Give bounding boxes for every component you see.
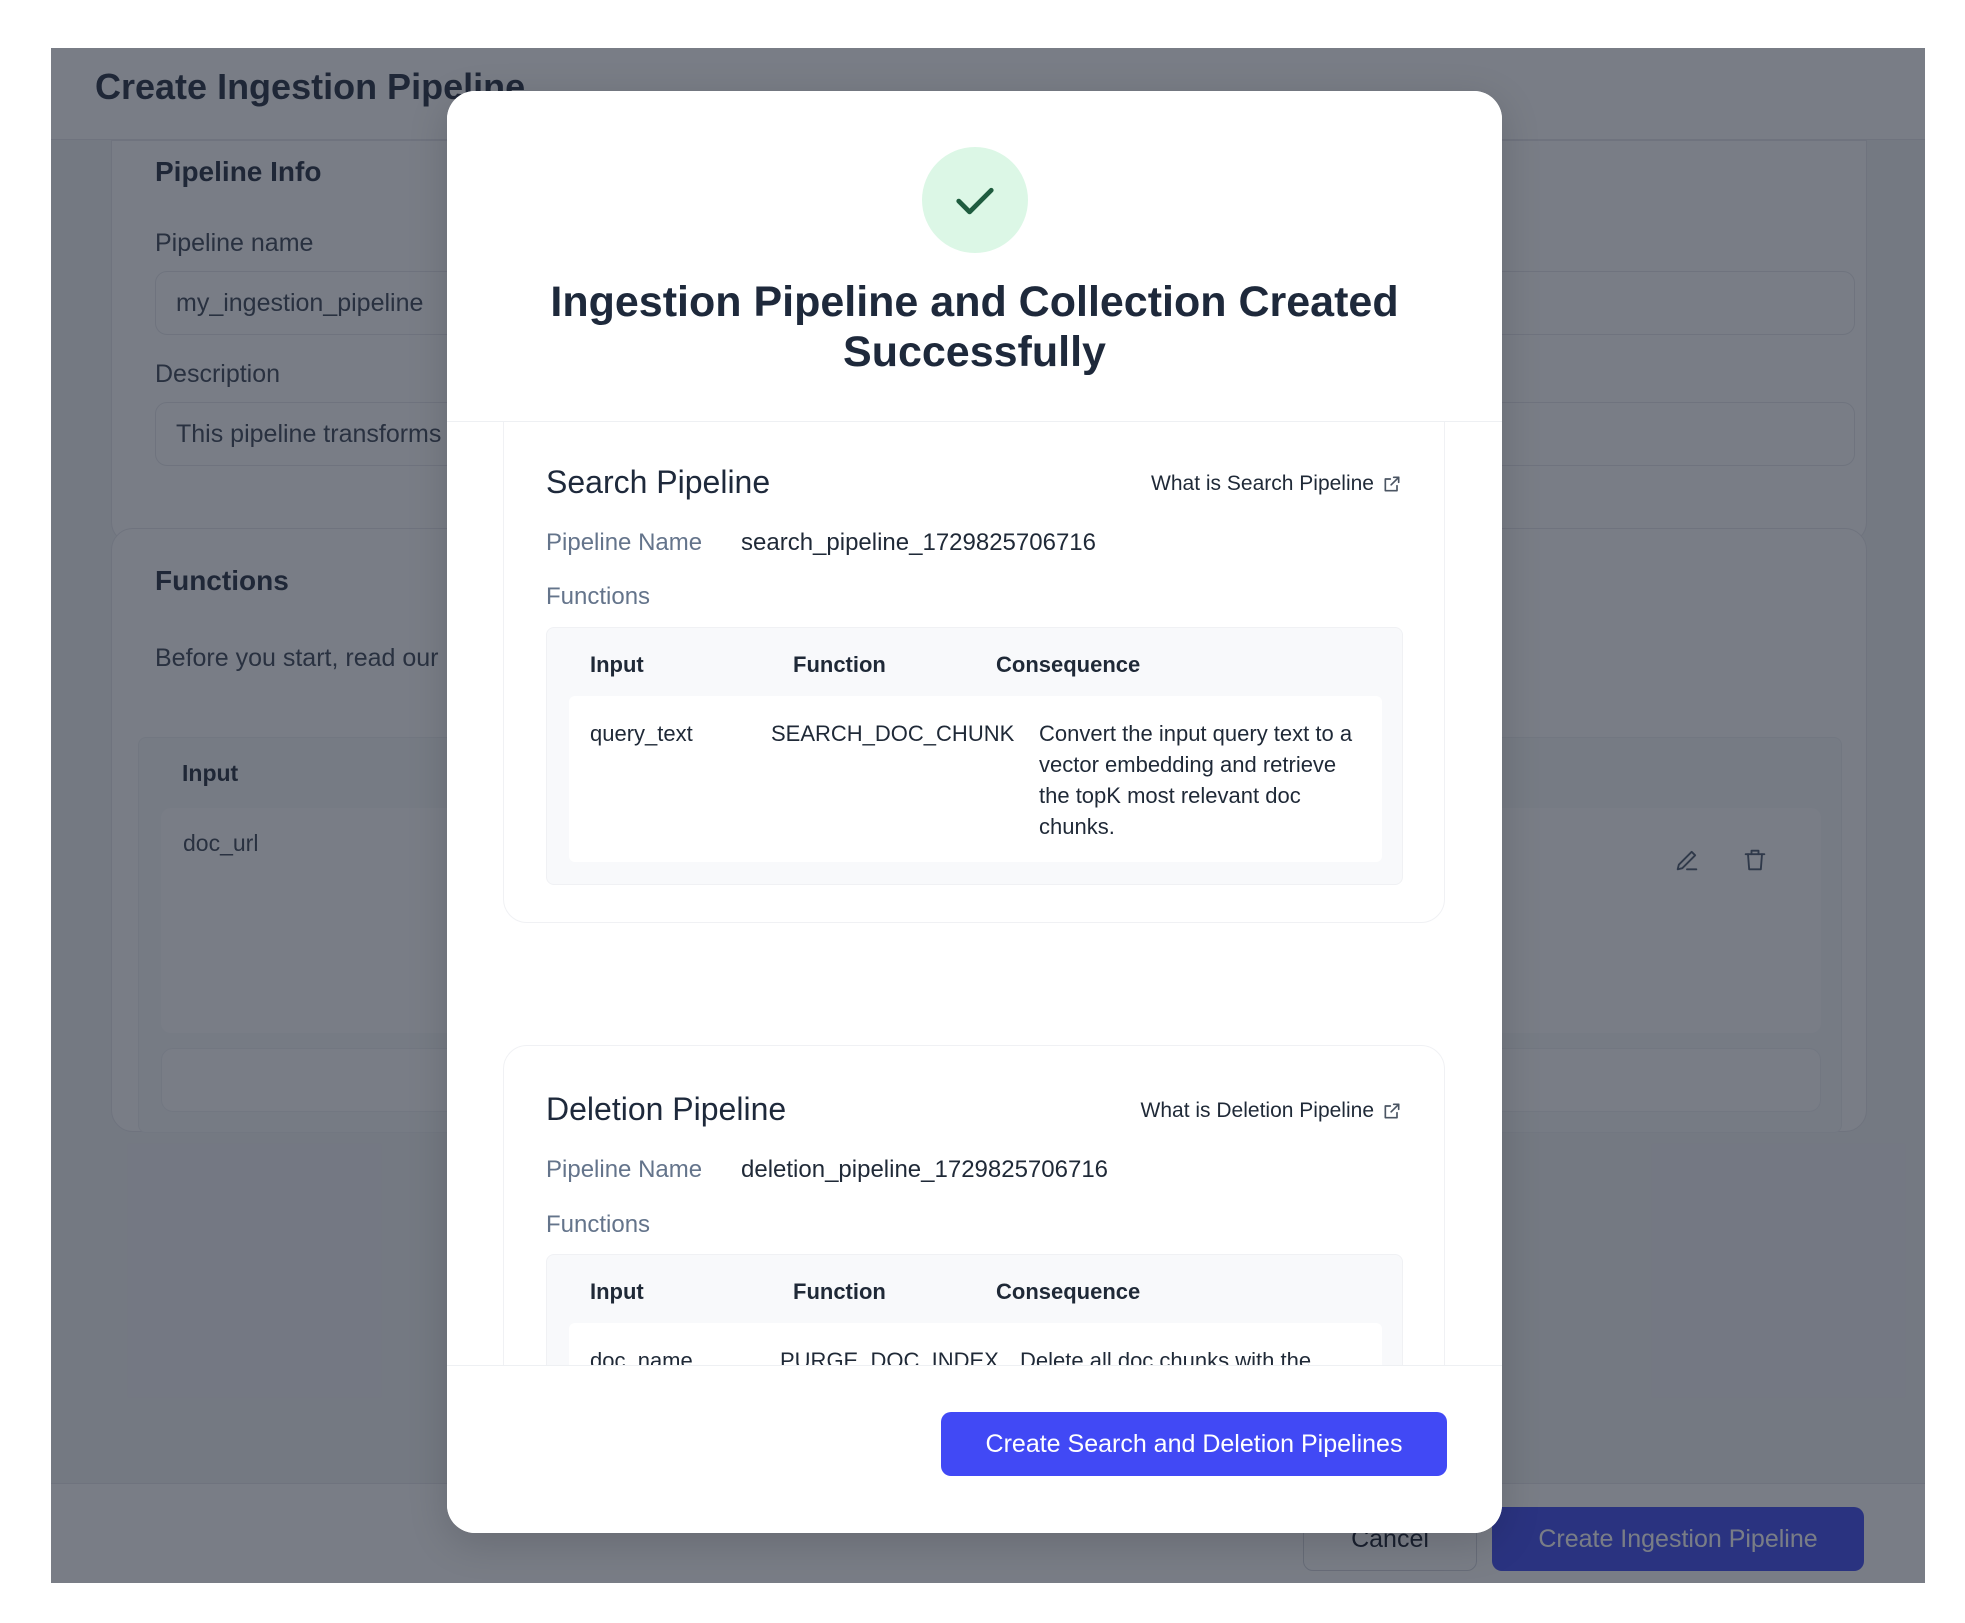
search-functions-table: Input Function Consequence query_text SE…	[546, 627, 1403, 885]
modal-header: Ingestion Pipeline and Collection Create…	[447, 91, 1502, 422]
modal-title: Ingestion Pipeline and Collection Create…	[550, 278, 1399, 376]
what-is-deletion-pipeline-link[interactable]: What is Deletion Pipeline	[1141, 1099, 1402, 1123]
deletion-pipeline-title: Deletion Pipeline	[546, 1091, 787, 1127]
link-label: What is Deletion Pipeline	[1140, 1099, 1374, 1122]
column-header-consequence: Consequence	[996, 652, 1141, 677]
pipeline-name-label: Pipeline Name	[546, 1156, 703, 1183]
table-row: query_text SEARCH_DOC_CHUNK Convert the …	[569, 696, 1382, 862]
column-header-function: Function	[793, 652, 886, 677]
external-link-icon	[1384, 476, 1400, 492]
search-pipeline-name: search_pipeline_1729825706716	[741, 529, 1096, 556]
success-badge	[922, 147, 1028, 253]
deletion-functions-table: Input Function Consequence doc_name PURG…	[546, 1254, 1403, 1365]
input-cell: query_text	[590, 721, 693, 746]
search-pipeline-title: Search Pipeline	[546, 464, 771, 500]
consequence-cell: Convert the input query text to a vector…	[1039, 721, 1353, 839]
column-header-input: Input	[590, 652, 644, 677]
function-cell: SEARCH_DOC_CHUNK	[771, 721, 1015, 746]
column-header-function: Function	[793, 1279, 886, 1304]
modal-footer: Create Search and Deletion Pipelines	[447, 1365, 1502, 1533]
pipeline-name-label: Pipeline Name	[546, 529, 703, 556]
success-modal: Ingestion Pipeline and Collection Create…	[447, 91, 1502, 1533]
check-icon	[956, 187, 994, 215]
search-pipeline-card: Search Pipeline What is Search Pipeline …	[503, 422, 1445, 923]
column-header-consequence: Consequence	[996, 1279, 1141, 1304]
external-link-icon	[1384, 1103, 1400, 1119]
table-row: doc_name PURGE_DOC_INDEX Delete all doc …	[569, 1323, 1382, 1365]
deletion-pipeline-name: deletion_pipeline_1729825706716	[741, 1156, 1109, 1183]
modal-body-scroll[interactable]: Search Pipeline What is Search Pipeline …	[447, 422, 1502, 1365]
functions-label: Functions	[546, 1211, 651, 1238]
consequence-cell: Delete all doc chunks with the specified…	[1020, 1348, 1312, 1365]
link-label: What is Search Pipeline	[1151, 472, 1374, 495]
function-cell: PURGE_DOC_INDEX	[780, 1348, 999, 1365]
deletion-pipeline-card: Deletion Pipeline What is Deletion Pipel…	[503, 1045, 1445, 1365]
functions-label: Functions	[546, 583, 651, 610]
input-cell: doc_name	[590, 1348, 693, 1365]
create-search-and-deletion-pipelines-button[interactable]: Create Search and Deletion Pipelines	[941, 1412, 1447, 1476]
column-header-input: Input	[590, 1279, 644, 1304]
what-is-search-pipeline-link[interactable]: What is Search Pipeline	[1151, 472, 1402, 496]
